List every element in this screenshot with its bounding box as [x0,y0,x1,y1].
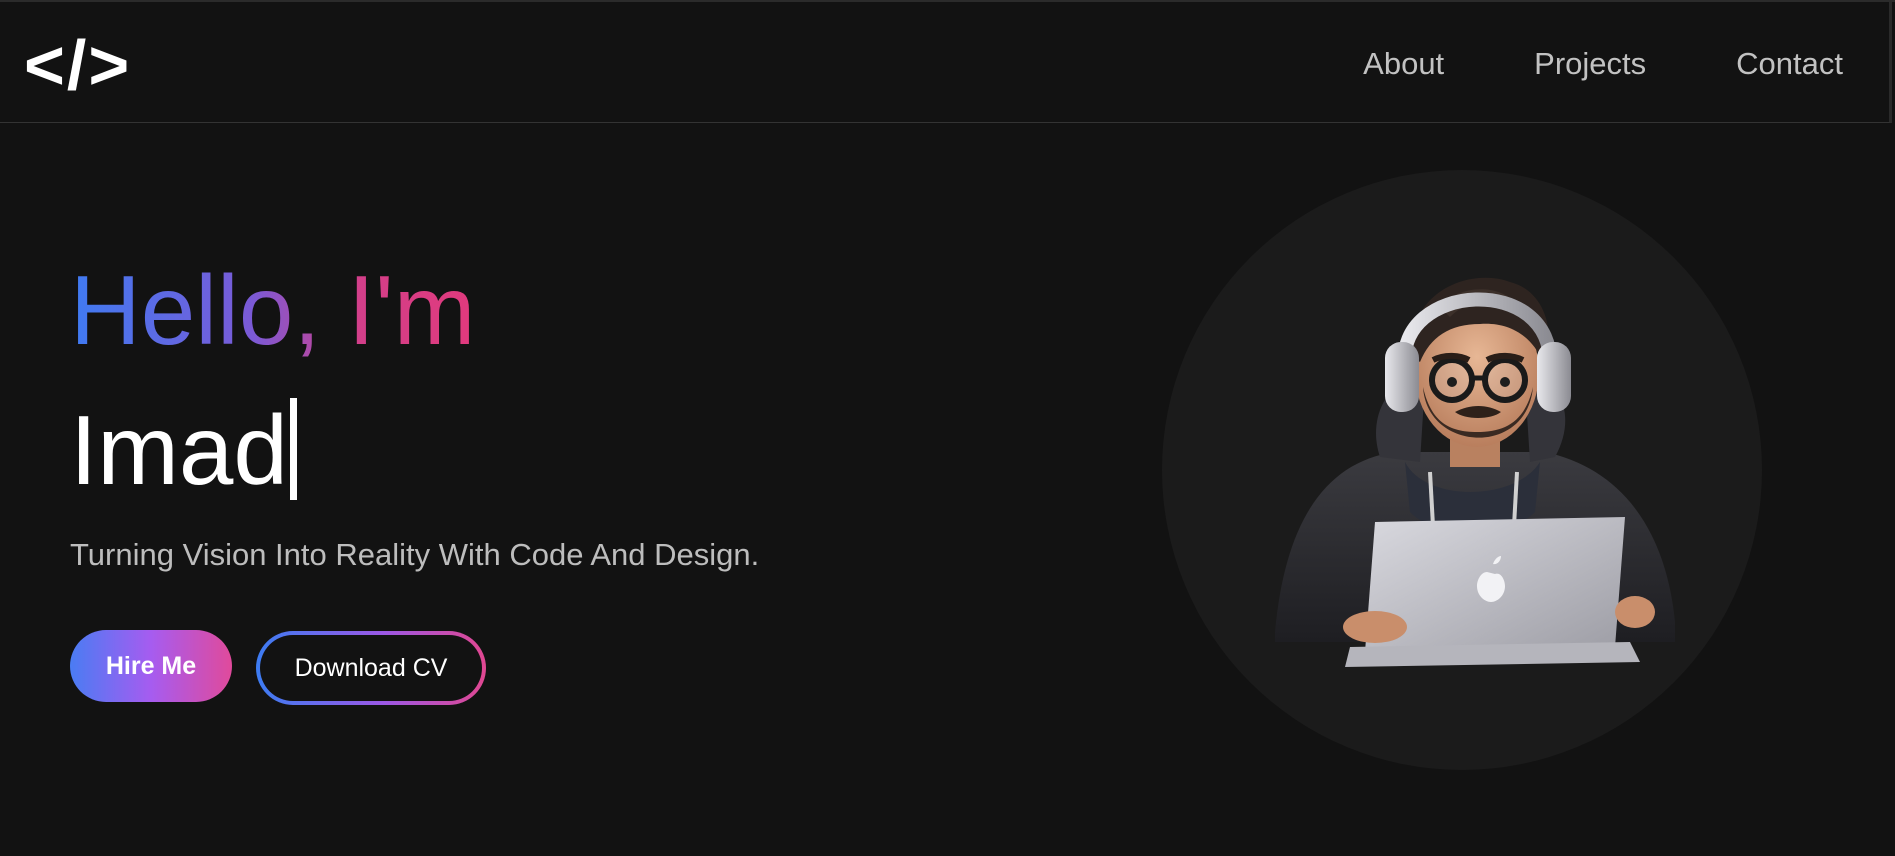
nav-link-contact[interactable]: Contact [1736,40,1843,88]
hero-tagline: Turning Vision Into Reality With Code An… [70,537,760,572]
typing-cursor [289,398,297,500]
download-cv-button[interactable]: Download CV [260,635,482,701]
hero-name-text: Imad [70,395,288,505]
hero-name: Imad [70,390,297,510]
download-cv-button-border[interactable]: Download CV [256,631,486,705]
nav-link-projects[interactable]: Projects [1534,40,1646,88]
hero-greeting: Hello, I'm [70,250,475,370]
hero-buttons: Hire Me Download CV [70,627,486,705]
navbar: </> About Projects Contact [0,2,1892,123]
nav-link-about[interactable]: About [1363,40,1444,88]
nav-links: About Projects Contact [1363,40,1843,88]
logo-code-icon[interactable]: </> [24,20,131,110]
portfolio-page: </> About Projects Contact Hello, I'm Im… [0,0,1895,856]
developer-avatar-icon [1275,277,1675,667]
bottom-strip [0,848,1895,856]
hire-me-button[interactable]: Hire Me [70,630,232,702]
